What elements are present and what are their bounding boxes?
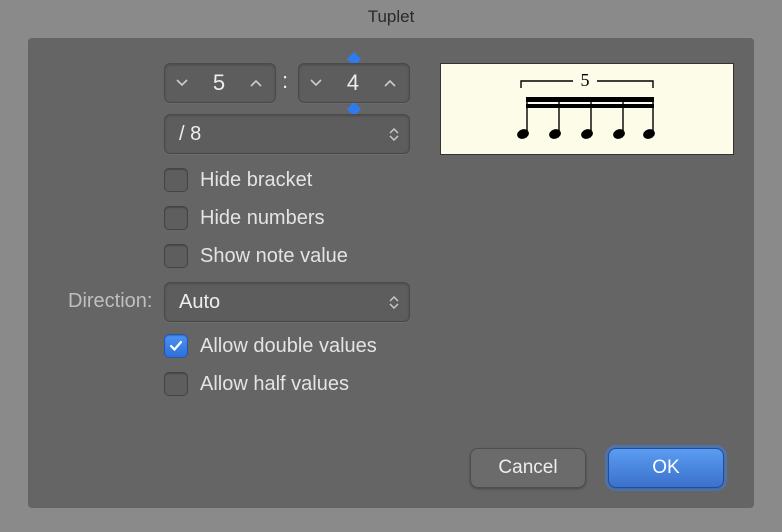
direction-value: Auto	[179, 291, 220, 314]
tuplet-left-value[interactable]: 5	[199, 70, 239, 96]
ok-button[interactable]: OK	[608, 448, 724, 488]
direction-label: Direction:	[68, 290, 152, 313]
chevron-up-icon[interactable]	[373, 64, 407, 102]
select-arrows-icon	[389, 128, 399, 141]
allow-half-checkbox[interactable]	[164, 372, 188, 396]
denominator-select[interactable]: / 8	[164, 114, 410, 154]
allow-half-row: Allow half values	[164, 372, 349, 396]
allow-half-label: Allow half values	[200, 373, 349, 396]
show-note-value-row: Show note value	[164, 244, 348, 268]
allow-double-row: Allow double values	[164, 334, 377, 358]
chevron-up-icon[interactable]	[239, 64, 273, 102]
select-arrows-icon	[389, 296, 399, 309]
allow-double-checkbox[interactable]	[164, 334, 188, 358]
show-note-value-label: Show note value	[200, 245, 348, 268]
hide-numbers-checkbox[interactable]	[164, 206, 188, 230]
check-icon	[169, 340, 183, 352]
hide-numbers-label: Hide numbers	[200, 207, 325, 230]
tuplet-preview-number: 5	[581, 70, 590, 90]
chevron-down-icon[interactable]	[165, 64, 199, 102]
hide-bracket-row: Hide bracket	[164, 168, 312, 192]
hide-bracket-checkbox[interactable]	[164, 168, 188, 192]
tuplet-preview: 5	[440, 63, 734, 155]
tuplet-right-value[interactable]: 4	[333, 70, 373, 96]
direction-select[interactable]: Auto	[164, 282, 410, 322]
denominator-value: / 8	[179, 123, 201, 146]
ratio-colon: :	[282, 68, 288, 94]
tuplet-dialog: 5 : 4 / 8 Hide bracket Hide numbers Show…	[28, 38, 754, 508]
chevron-down-icon[interactable]	[299, 64, 333, 102]
window-title: Tuplet	[0, 0, 782, 34]
show-note-value-checkbox[interactable]	[164, 244, 188, 268]
hide-bracket-label: Hide bracket	[200, 169, 312, 192]
hide-numbers-row: Hide numbers	[164, 206, 325, 230]
cancel-button[interactable]: Cancel	[470, 448, 586, 488]
allow-double-label: Allow double values	[200, 335, 377, 358]
tuplet-left-stepper[interactable]: 5	[164, 63, 276, 103]
tuplet-right-stepper[interactable]: 4	[298, 63, 410, 103]
